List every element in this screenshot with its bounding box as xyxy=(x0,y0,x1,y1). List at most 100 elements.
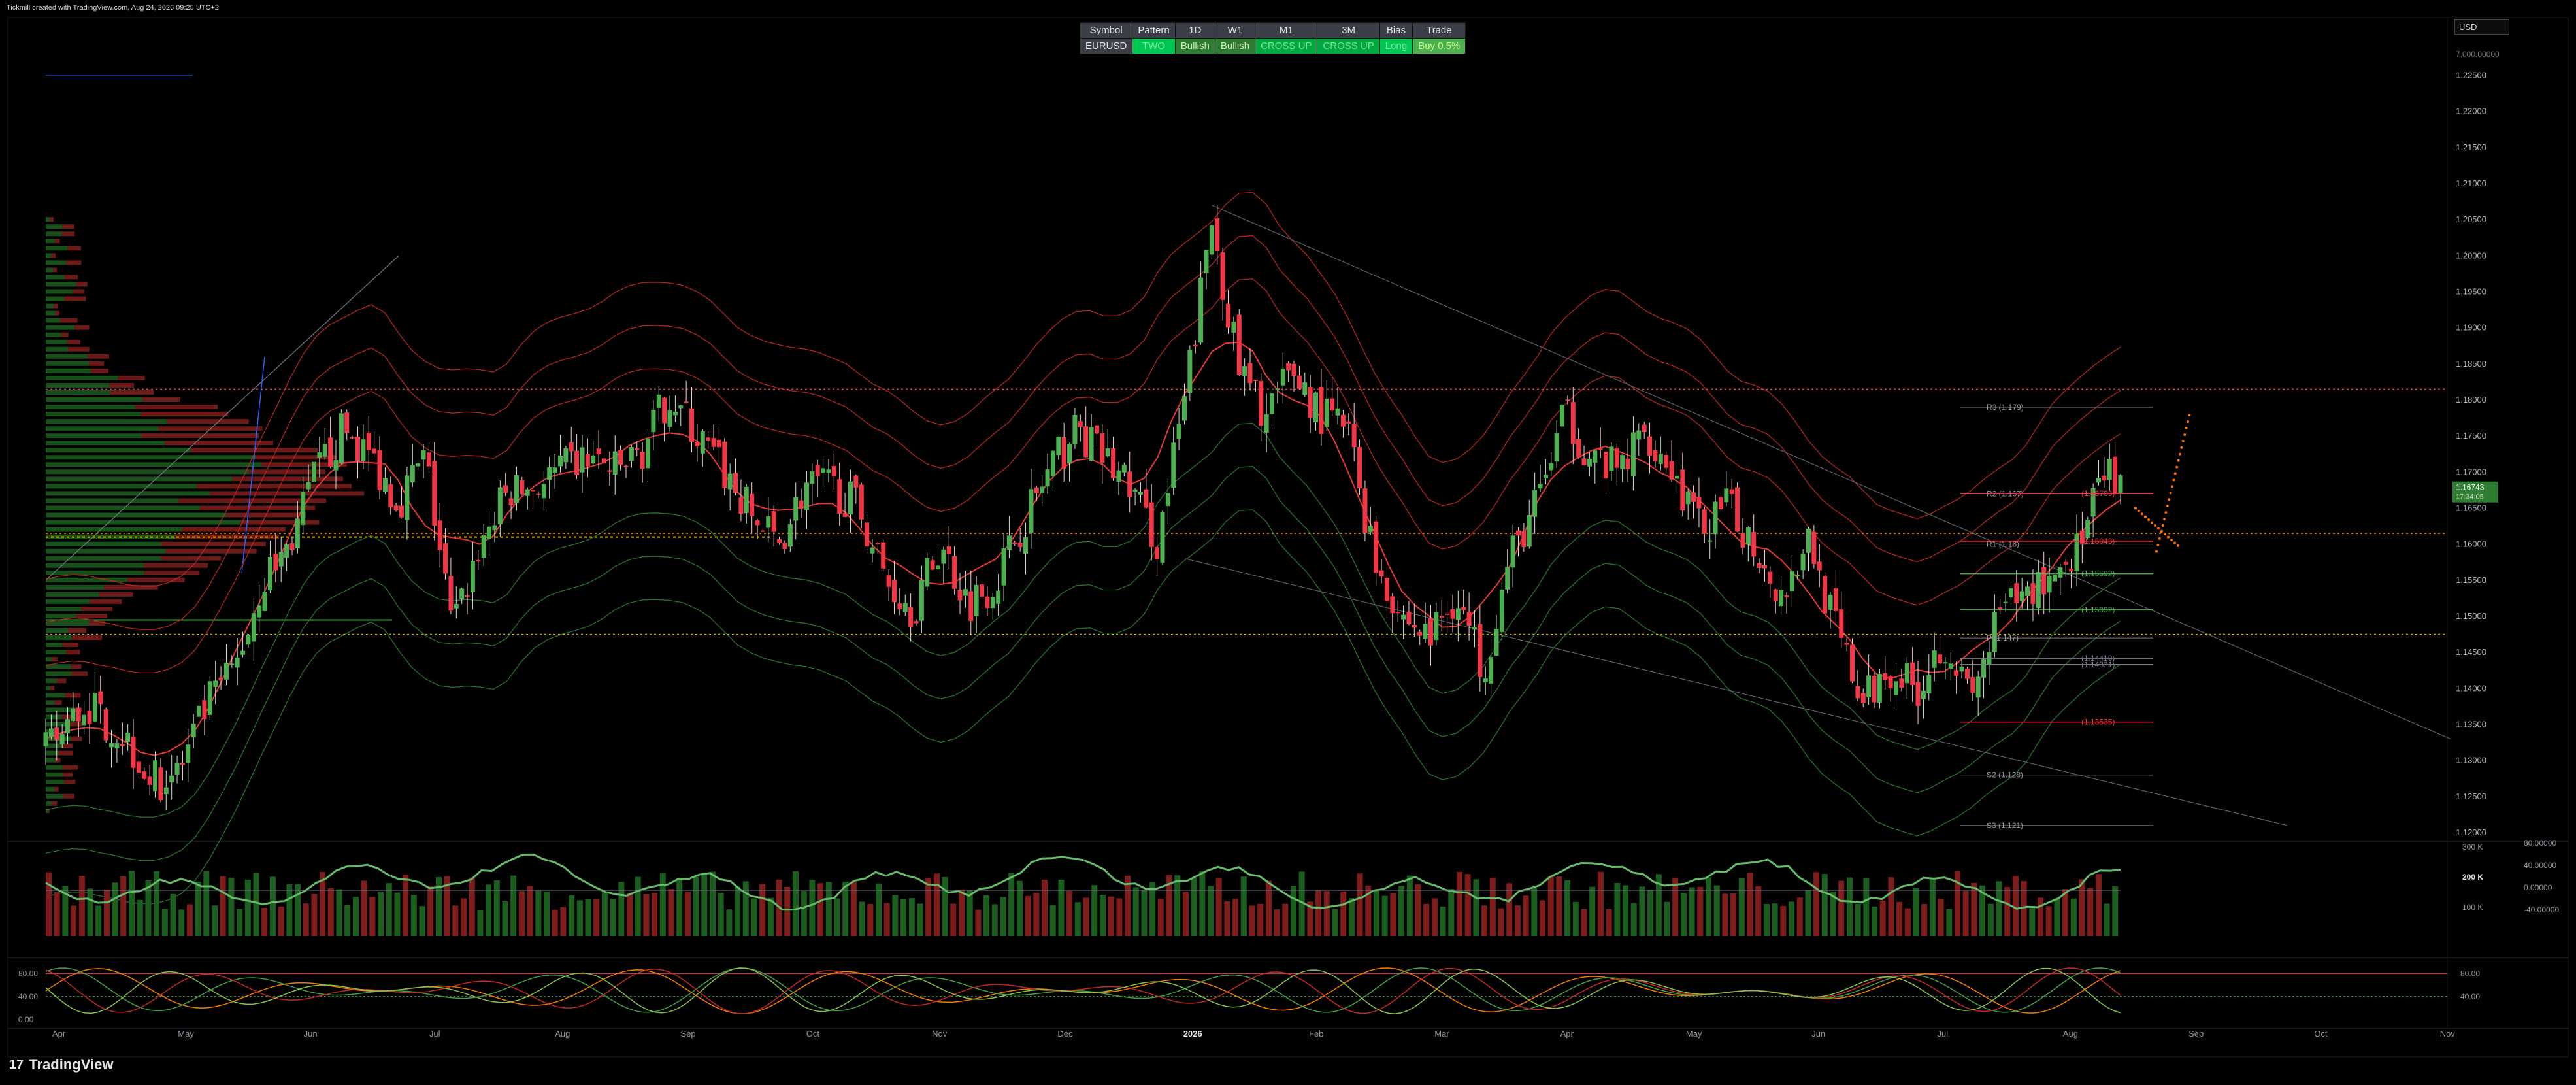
candle-body xyxy=(1330,398,1335,411)
profile-bar-up xyxy=(46,455,256,460)
candle-body xyxy=(1499,590,1504,633)
candle-body xyxy=(262,592,267,611)
profile-bar-up xyxy=(46,765,63,770)
volume-bar xyxy=(925,878,932,936)
candle-body xyxy=(667,410,672,427)
volume-bar xyxy=(1805,890,1811,936)
profile-bar-down xyxy=(144,563,208,568)
candle-body xyxy=(1302,382,1308,395)
profile-bar-down xyxy=(62,765,78,770)
price-tick-label: 1.19500 xyxy=(2456,287,2486,297)
volume-bar xyxy=(269,876,276,936)
volume-bar xyxy=(975,909,982,936)
tradingview-brand[interactable]: 17 TradingView xyxy=(9,1056,113,1073)
volume-bar xyxy=(917,903,923,936)
profile-bar-down xyxy=(167,419,249,424)
profile-bar-up xyxy=(46,650,67,655)
candle-body xyxy=(355,436,361,461)
profile-bar-down xyxy=(51,801,58,806)
candle-body xyxy=(1040,486,1045,493)
candle-body xyxy=(1034,487,1039,493)
volume-bar xyxy=(311,893,318,936)
candle-body xyxy=(1094,425,1099,434)
volume-bar xyxy=(1049,905,1056,936)
volume-bar xyxy=(2045,906,2052,936)
volume-bar xyxy=(1722,893,1728,936)
volume-bar xyxy=(759,884,766,936)
volume-bar xyxy=(1000,897,1006,936)
candle-body xyxy=(1894,681,1899,695)
volume-bar xyxy=(876,883,882,936)
candle-body xyxy=(1006,535,1012,550)
price-tick-label: 1.15500 xyxy=(2456,575,2486,585)
volume-bar xyxy=(933,873,940,936)
price-tick-label: 1.20000 xyxy=(2456,250,2486,260)
chart-canvas[interactable]: R3 (1.179)R2 (1.167)R1 (1.16)P (1.147)S2… xyxy=(0,0,2576,1085)
candle-body xyxy=(1729,489,1734,494)
volume-bar xyxy=(87,888,93,936)
volume-bar xyxy=(477,909,484,936)
candle-body xyxy=(1872,675,1877,703)
projection-dot xyxy=(2155,550,2158,553)
profile-bar-up xyxy=(46,260,66,265)
profile-bar-down xyxy=(76,282,88,287)
candle-body xyxy=(1001,548,1006,586)
candle-body xyxy=(223,663,229,680)
volume-bar xyxy=(900,899,907,936)
volume-bar xyxy=(228,877,235,936)
volume-bar xyxy=(54,892,60,936)
candle-body xyxy=(1204,250,1209,273)
volume-bar xyxy=(286,884,293,936)
volume-bar xyxy=(212,905,218,936)
candle-body xyxy=(2003,601,2008,603)
candle-body xyxy=(2036,572,2041,609)
candle-body xyxy=(503,485,508,493)
profile-bar-down xyxy=(144,570,200,575)
volume-bar xyxy=(95,905,102,936)
candle-body xyxy=(1938,654,1943,664)
volume-bar xyxy=(1506,883,1513,936)
profile-bar-down xyxy=(61,714,72,720)
volume-bar xyxy=(378,892,384,936)
volume-bar xyxy=(1481,905,1488,936)
candle-body xyxy=(2107,459,2112,480)
candle-body xyxy=(1970,676,1975,693)
candle-body xyxy=(481,535,486,558)
candle-body xyxy=(267,556,272,591)
candle-body xyxy=(1899,678,1904,688)
volume-bar xyxy=(1390,893,1396,936)
candle-body xyxy=(1291,363,1296,376)
profile-bar-down xyxy=(118,375,145,380)
candle-body xyxy=(1374,521,1379,573)
candle-body xyxy=(65,719,71,734)
profile-bar-down xyxy=(90,368,108,373)
projection-dot xyxy=(2147,518,2150,522)
candle-body xyxy=(738,497,744,514)
volume-bar xyxy=(1431,898,1438,936)
candle-body xyxy=(114,743,120,748)
volume-bar xyxy=(1888,877,1894,936)
candle-body xyxy=(1395,612,1400,614)
volume-bar xyxy=(1091,885,1098,936)
candle-body xyxy=(339,413,344,464)
currency-selector[interactable]: USD xyxy=(2454,19,2509,35)
candle-body xyxy=(1160,512,1165,563)
candle-body xyxy=(1833,588,1838,611)
volume-bar xyxy=(1929,878,1936,936)
candle-body xyxy=(1948,663,1953,669)
candle-body xyxy=(180,763,185,765)
volume-bar xyxy=(1074,902,1081,936)
candle-body xyxy=(421,450,426,460)
candle-body xyxy=(273,554,278,571)
volume-bar xyxy=(1058,879,1065,936)
profile-bar-up xyxy=(46,793,63,799)
candle-body xyxy=(1138,492,1143,495)
volume-bar xyxy=(883,903,890,936)
pivot-label: R3 (1.179) xyxy=(1987,403,2024,412)
candle-body xyxy=(240,650,246,655)
candle-body xyxy=(1713,501,1718,535)
time-tick-label: Aug xyxy=(2063,1029,2078,1039)
candle-body xyxy=(1855,686,1860,699)
profile-bar-up xyxy=(46,700,55,705)
candle-body xyxy=(1401,614,1406,620)
